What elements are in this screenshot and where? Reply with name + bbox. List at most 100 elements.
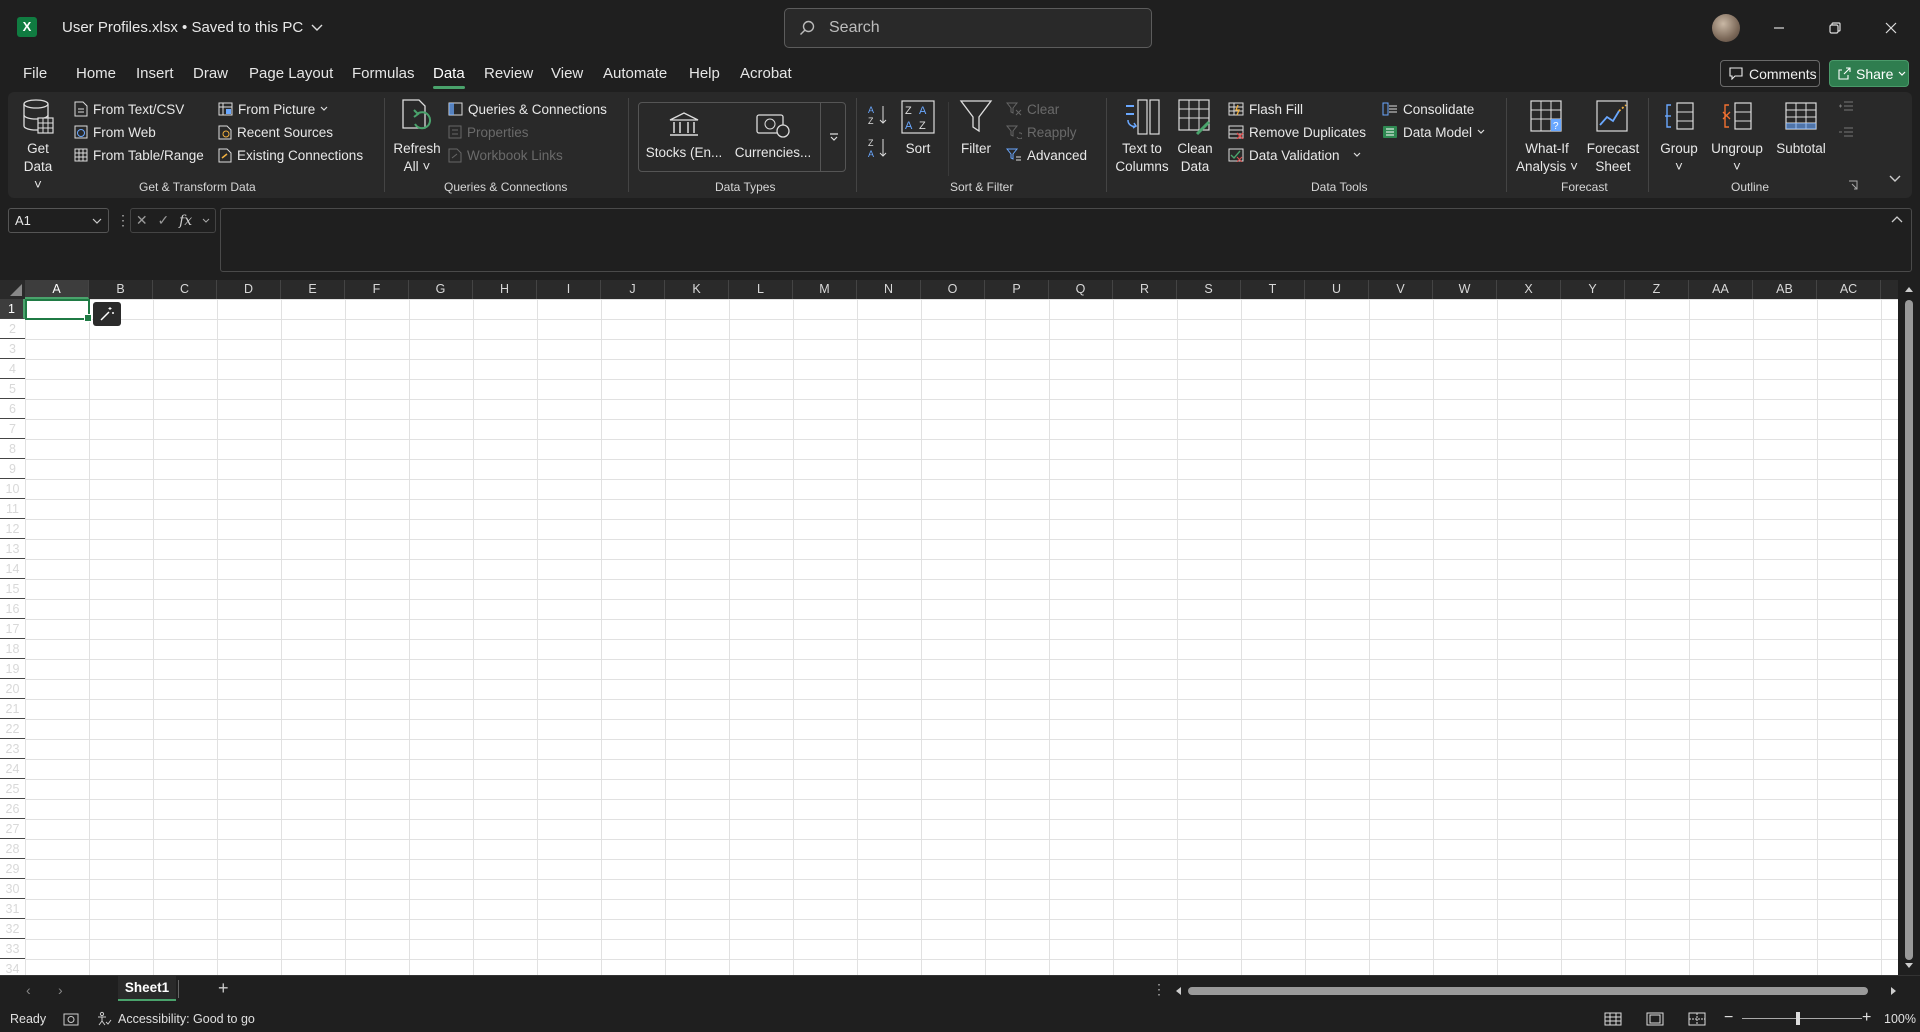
ungroup-button[interactable]: Ungroup ˅ xyxy=(1708,96,1766,176)
row-header-12[interactable]: 12 xyxy=(0,519,25,539)
column-header-h[interactable]: H xyxy=(473,280,537,299)
column-header-aa[interactable]: AA xyxy=(1689,280,1753,299)
row-header-25[interactable]: 25 xyxy=(0,779,25,799)
remove-duplicates-button[interactable]: Remove Duplicates xyxy=(1228,121,1366,143)
column-header-e[interactable]: E xyxy=(281,280,345,299)
zoom-slider[interactable] xyxy=(1742,1018,1862,1019)
row-header-9[interactable]: 9 xyxy=(0,459,25,479)
comments-button[interactable]: Comments xyxy=(1720,60,1820,87)
column-header-t[interactable]: T xyxy=(1241,280,1305,299)
row-header-16[interactable]: 16 xyxy=(0,599,25,619)
tab-bar-grip[interactable]: ⋮ xyxy=(1152,981,1166,998)
row-header-27[interactable]: 27 xyxy=(0,819,25,839)
column-header-y[interactable]: Y xyxy=(1561,280,1625,299)
select-all-button[interactable] xyxy=(0,280,25,299)
text-to-columns-button[interactable]: Text to Columns xyxy=(1114,96,1170,176)
column-header-d[interactable]: D xyxy=(217,280,281,299)
row-header-8[interactable]: 8 xyxy=(0,439,25,459)
column-header-i[interactable]: I xyxy=(537,280,601,299)
row-header-11[interactable]: 11 xyxy=(0,499,25,519)
column-header-x[interactable]: X xyxy=(1497,280,1561,299)
tab-draw[interactable]: Draw xyxy=(193,65,228,82)
share-button[interactable]: Share xyxy=(1829,60,1909,87)
row-header-21[interactable]: 21 xyxy=(0,699,25,719)
column-header-k[interactable]: K xyxy=(665,280,729,299)
column-header-b[interactable]: B xyxy=(89,280,153,299)
row-header-3[interactable]: 3 xyxy=(0,339,25,359)
consolidate-button[interactable]: Consolidate xyxy=(1382,98,1474,120)
name-box[interactable]: A1 xyxy=(8,208,109,233)
cancel-entry-icon[interactable]: ✕ xyxy=(136,212,148,229)
column-header-g[interactable]: G xyxy=(409,280,473,299)
tab-acrobat[interactable]: Acrobat xyxy=(740,65,792,82)
previous-sheet-icon[interactable]: ‹ xyxy=(26,982,31,998)
row-header-15[interactable]: 15 xyxy=(0,579,25,599)
row-header-32[interactable]: 32 xyxy=(0,919,25,939)
avatar[interactable] xyxy=(1712,14,1740,42)
row-header-23[interactable]: 23 xyxy=(0,739,25,759)
row-header-28[interactable]: 28 xyxy=(0,839,25,859)
outline-settings-launcher[interactable] xyxy=(1848,180,1858,190)
row-header-14[interactable]: 14 xyxy=(0,559,25,579)
collapse-ribbon-button[interactable] xyxy=(1888,174,1902,184)
refresh-all-button[interactable]: Refresh All ˅ xyxy=(392,96,442,176)
data-types-more-button[interactable] xyxy=(820,102,846,172)
column-header-v[interactable]: V xyxy=(1369,280,1433,299)
tab-help[interactable]: Help xyxy=(689,65,720,82)
row-header-31[interactable]: 31 xyxy=(0,899,25,919)
cell-area[interactable] xyxy=(25,299,1898,975)
restore-button[interactable] xyxy=(1812,12,1858,44)
zoom-out-button[interactable]: − xyxy=(1724,1009,1733,1027)
row-header-30[interactable]: 30 xyxy=(0,879,25,899)
row-header-24[interactable]: 24 xyxy=(0,759,25,779)
column-header-ab[interactable]: AB xyxy=(1753,280,1817,299)
subtotal-button[interactable]: Subtotal xyxy=(1772,96,1830,158)
next-sheet-icon[interactable]: › xyxy=(58,982,63,998)
tab-page-layout[interactable]: Page Layout xyxy=(249,65,333,82)
stocks-button[interactable]: Stocks (En... xyxy=(644,108,724,162)
existing-connections-button[interactable]: Existing Connections xyxy=(218,144,363,166)
column-header-f[interactable]: F xyxy=(345,280,409,299)
column-header-j[interactable]: J xyxy=(601,280,665,299)
clean-data-button[interactable]: Clean Data xyxy=(1174,96,1216,176)
column-header-s[interactable]: S xyxy=(1177,280,1241,299)
add-sheet-icon[interactable]: + xyxy=(218,978,229,999)
minimize-button[interactable] xyxy=(1756,12,1802,44)
hide-detail-button[interactable] xyxy=(1838,126,1854,138)
row-header-4[interactable]: 4 xyxy=(0,359,25,379)
queries-connections-button[interactable]: Queries & Connections xyxy=(448,98,607,120)
zoom-in-button[interactable]: + xyxy=(1862,1009,1871,1027)
column-header-ac[interactable]: AC xyxy=(1817,280,1881,299)
row-header-10[interactable]: 10 xyxy=(0,479,25,499)
from-picture-button[interactable]: From Picture xyxy=(218,98,328,120)
row-header-13[interactable]: 13 xyxy=(0,539,25,559)
column-header-u[interactable]: U xyxy=(1305,280,1369,299)
currencies-button[interactable]: Currencies... xyxy=(732,108,814,162)
clear-filter-button[interactable]: Clear xyxy=(1006,98,1059,120)
row-header-2[interactable]: 2 xyxy=(0,319,25,339)
filter-button[interactable]: Filter xyxy=(956,96,996,158)
row-header-26[interactable]: 26 xyxy=(0,799,25,819)
sort-ascending-button[interactable]: AZ xyxy=(868,104,888,126)
tab-formulas[interactable]: Formulas xyxy=(352,65,415,82)
get-data-button[interactable]: Get Data ˅ xyxy=(20,96,56,194)
column-header-q[interactable]: Q xyxy=(1049,280,1113,299)
tab-insert[interactable]: Insert xyxy=(136,65,174,82)
tab-data[interactable]: Data xyxy=(433,65,465,89)
sort-button[interactable]: ZAAZ Sort xyxy=(900,96,936,158)
what-if-analysis-button[interactable]: ? What-If Analysis ˅ xyxy=(1516,96,1578,176)
row-header-22[interactable]: 22 xyxy=(0,719,25,739)
zoom-slider-thumb[interactable] xyxy=(1796,1012,1800,1025)
zoom-level[interactable]: 100% xyxy=(1884,1012,1916,1026)
close-button[interactable] xyxy=(1868,12,1914,44)
tab-review[interactable]: Review xyxy=(484,65,533,82)
vertical-scrollbar[interactable] xyxy=(1898,280,1920,975)
document-title[interactable]: User Profiles.xlsx • Saved to this PC xyxy=(62,19,323,36)
confirm-entry-icon[interactable]: ✓ xyxy=(158,212,170,229)
row-header-33[interactable]: 33 xyxy=(0,939,25,959)
column-header-r[interactable]: R xyxy=(1113,280,1177,299)
active-cell-a1[interactable] xyxy=(25,299,92,322)
row-header-19[interactable]: 19 xyxy=(0,659,25,679)
tab-view[interactable]: View xyxy=(551,65,583,82)
from-web-button[interactable]: From Web xyxy=(74,121,156,143)
